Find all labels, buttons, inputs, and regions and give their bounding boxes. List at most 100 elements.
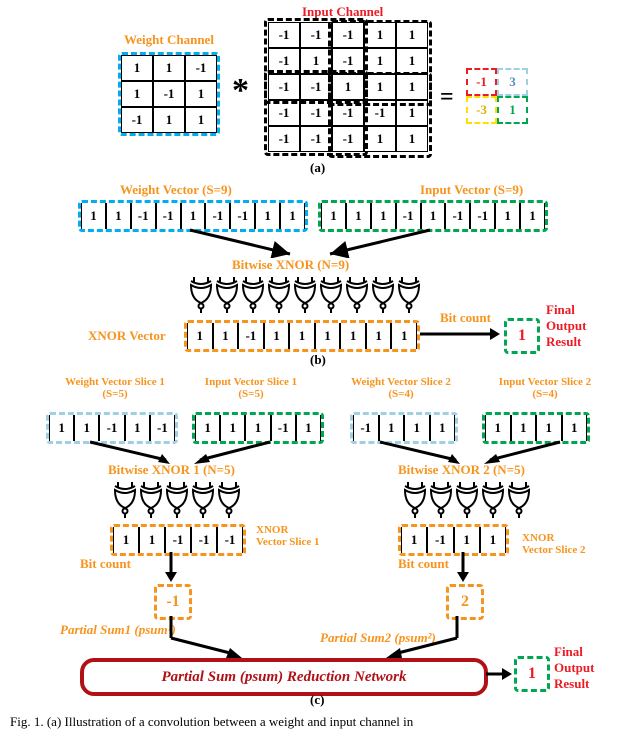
cell: 1 bbox=[296, 415, 321, 441]
result-bl: -3 bbox=[466, 96, 497, 124]
cell: 1 bbox=[81, 203, 106, 229]
cell: 1 bbox=[495, 203, 520, 229]
cell: 1 bbox=[379, 415, 405, 441]
cell: 1 bbox=[106, 203, 131, 229]
xnor-gate-icon bbox=[318, 273, 344, 313]
cell: 1 bbox=[280, 203, 305, 229]
cell: 1 bbox=[401, 527, 427, 553]
final-output-value-b: 1 bbox=[507, 321, 537, 351]
cell: 1 bbox=[121, 81, 153, 107]
sliding-frame-br bbox=[328, 72, 432, 158]
weight-channel-label: Weight Channel bbox=[124, 32, 214, 48]
cell: -1 bbox=[165, 527, 191, 553]
psum1-label: Partial Sum1 (psum¹) bbox=[60, 622, 176, 638]
xnor-gate-icon bbox=[138, 478, 164, 518]
psum-reduction-label: Partial Sum (psum) Reduction Network bbox=[161, 669, 406, 686]
final-output-value-c: 1 bbox=[517, 659, 547, 689]
conv-operator: * bbox=[232, 72, 249, 110]
cell: 1 bbox=[346, 203, 371, 229]
cell: -1 bbox=[238, 323, 264, 349]
cell: -1 bbox=[353, 415, 379, 441]
final-output-c-line1: Final bbox=[554, 644, 583, 660]
xnor-gate-icon bbox=[216, 478, 242, 518]
cell: -1 bbox=[131, 203, 156, 229]
xnor-gate-icon bbox=[266, 273, 292, 313]
cell: 1 bbox=[49, 415, 74, 441]
final-output-b: 1 bbox=[504, 318, 540, 354]
xnor-gate-icon bbox=[506, 478, 532, 518]
wv2-label: Weight Vector Slice 2 (S=4) bbox=[326, 376, 476, 400]
xnor-gate-icon bbox=[214, 273, 240, 313]
cell: 1 bbox=[371, 203, 396, 229]
cell: 1 bbox=[195, 415, 220, 441]
arrow-icon bbox=[380, 616, 464, 660]
bx1-label: Bitwise XNOR 1 (N=5) bbox=[108, 462, 235, 478]
cell: 1 bbox=[404, 415, 430, 441]
xnor-gate-icon bbox=[428, 478, 454, 518]
xnor-slice2-label: XNOR Vector Slice 2 bbox=[522, 532, 586, 556]
cell: 1 bbox=[421, 203, 446, 229]
cell: 1 bbox=[562, 415, 588, 441]
cell: -1 bbox=[153, 81, 185, 107]
part-c-label: (c) bbox=[310, 692, 324, 708]
cell: 1 bbox=[480, 527, 506, 553]
cell: 1 bbox=[113, 527, 139, 553]
final-output-c-line2: Output bbox=[554, 660, 594, 676]
cell: 1 bbox=[255, 203, 280, 229]
xnor-gate-icon bbox=[190, 478, 216, 518]
cell: 1 bbox=[187, 323, 213, 349]
final-output-c-line3: Result bbox=[554, 676, 589, 692]
result-matrix-2x2: -1 3 -3 1 bbox=[466, 68, 528, 124]
iv1-label: Input Vector Slice 1 (S=5) bbox=[176, 376, 326, 400]
cell: -1 bbox=[396, 203, 421, 229]
wv1-label: Weight Vector Slice 1 (S=5) bbox=[40, 376, 190, 400]
xnor-gate-row-c1 bbox=[112, 478, 242, 518]
cell: 1 bbox=[125, 415, 150, 441]
xnor-gate-icon bbox=[344, 273, 370, 313]
cell: 1 bbox=[139, 527, 165, 553]
arrow-icon bbox=[456, 552, 470, 582]
cell: 1 bbox=[181, 203, 206, 229]
cell: 1 bbox=[485, 415, 511, 441]
cell: -1 bbox=[185, 55, 217, 81]
cell: 1 bbox=[536, 415, 562, 441]
psum2-value: 2 bbox=[449, 587, 481, 617]
psum1-box: -1 bbox=[154, 584, 192, 620]
xnor-gate-icon bbox=[240, 273, 266, 313]
cell: 1 bbox=[454, 527, 480, 553]
cell: -1 bbox=[217, 527, 243, 553]
cell: 1 bbox=[520, 203, 545, 229]
arrow-icon bbox=[164, 616, 244, 660]
xnor-gate-icon bbox=[188, 273, 214, 313]
cell: 1 bbox=[153, 55, 185, 81]
cell: 1 bbox=[213, 323, 239, 349]
weight-vector-label: Weight Vector (S=9) bbox=[120, 182, 232, 198]
cell: 1 bbox=[340, 323, 366, 349]
psum1-value: -1 bbox=[157, 587, 189, 617]
bx2-label: Bitwise XNOR 2 (N=5) bbox=[398, 462, 525, 478]
xnor-gate-row bbox=[188, 273, 422, 313]
cell: -1 bbox=[191, 527, 217, 553]
result-tl: -1 bbox=[466, 68, 497, 96]
cell: -1 bbox=[156, 203, 181, 229]
bitcount-c1-label: Bit count bbox=[80, 556, 131, 572]
result-tr: 3 bbox=[497, 68, 528, 96]
final-output-line1: Final bbox=[546, 302, 575, 318]
arrow-icon bbox=[70, 440, 290, 464]
cell: -1 bbox=[230, 203, 255, 229]
weight-matrix-3x3: 1 1 -1 1 -1 1 -1 1 1 bbox=[118, 52, 220, 136]
xnor-gate-icon bbox=[396, 273, 422, 313]
xnor-gate-icon bbox=[292, 273, 318, 313]
figure-caption: Fig. 1. (a) Illustration of a convolutio… bbox=[10, 714, 630, 730]
arrow-icon bbox=[486, 666, 512, 682]
xnor-gate-row-c2 bbox=[402, 478, 532, 518]
part-a-label: (a) bbox=[310, 160, 325, 176]
bitcount-label-b: Bit count bbox=[440, 310, 491, 326]
xnor-vector-label: XNOR Vector bbox=[88, 328, 166, 344]
xnor-gate-icon bbox=[402, 478, 428, 518]
result-br: 1 bbox=[497, 96, 528, 124]
cell: 1 bbox=[74, 415, 99, 441]
cell: -1 bbox=[470, 203, 495, 229]
cell: -1 bbox=[99, 415, 124, 441]
xnor-vector: 1 1 -1 1 1 1 1 1 1 bbox=[184, 320, 420, 352]
